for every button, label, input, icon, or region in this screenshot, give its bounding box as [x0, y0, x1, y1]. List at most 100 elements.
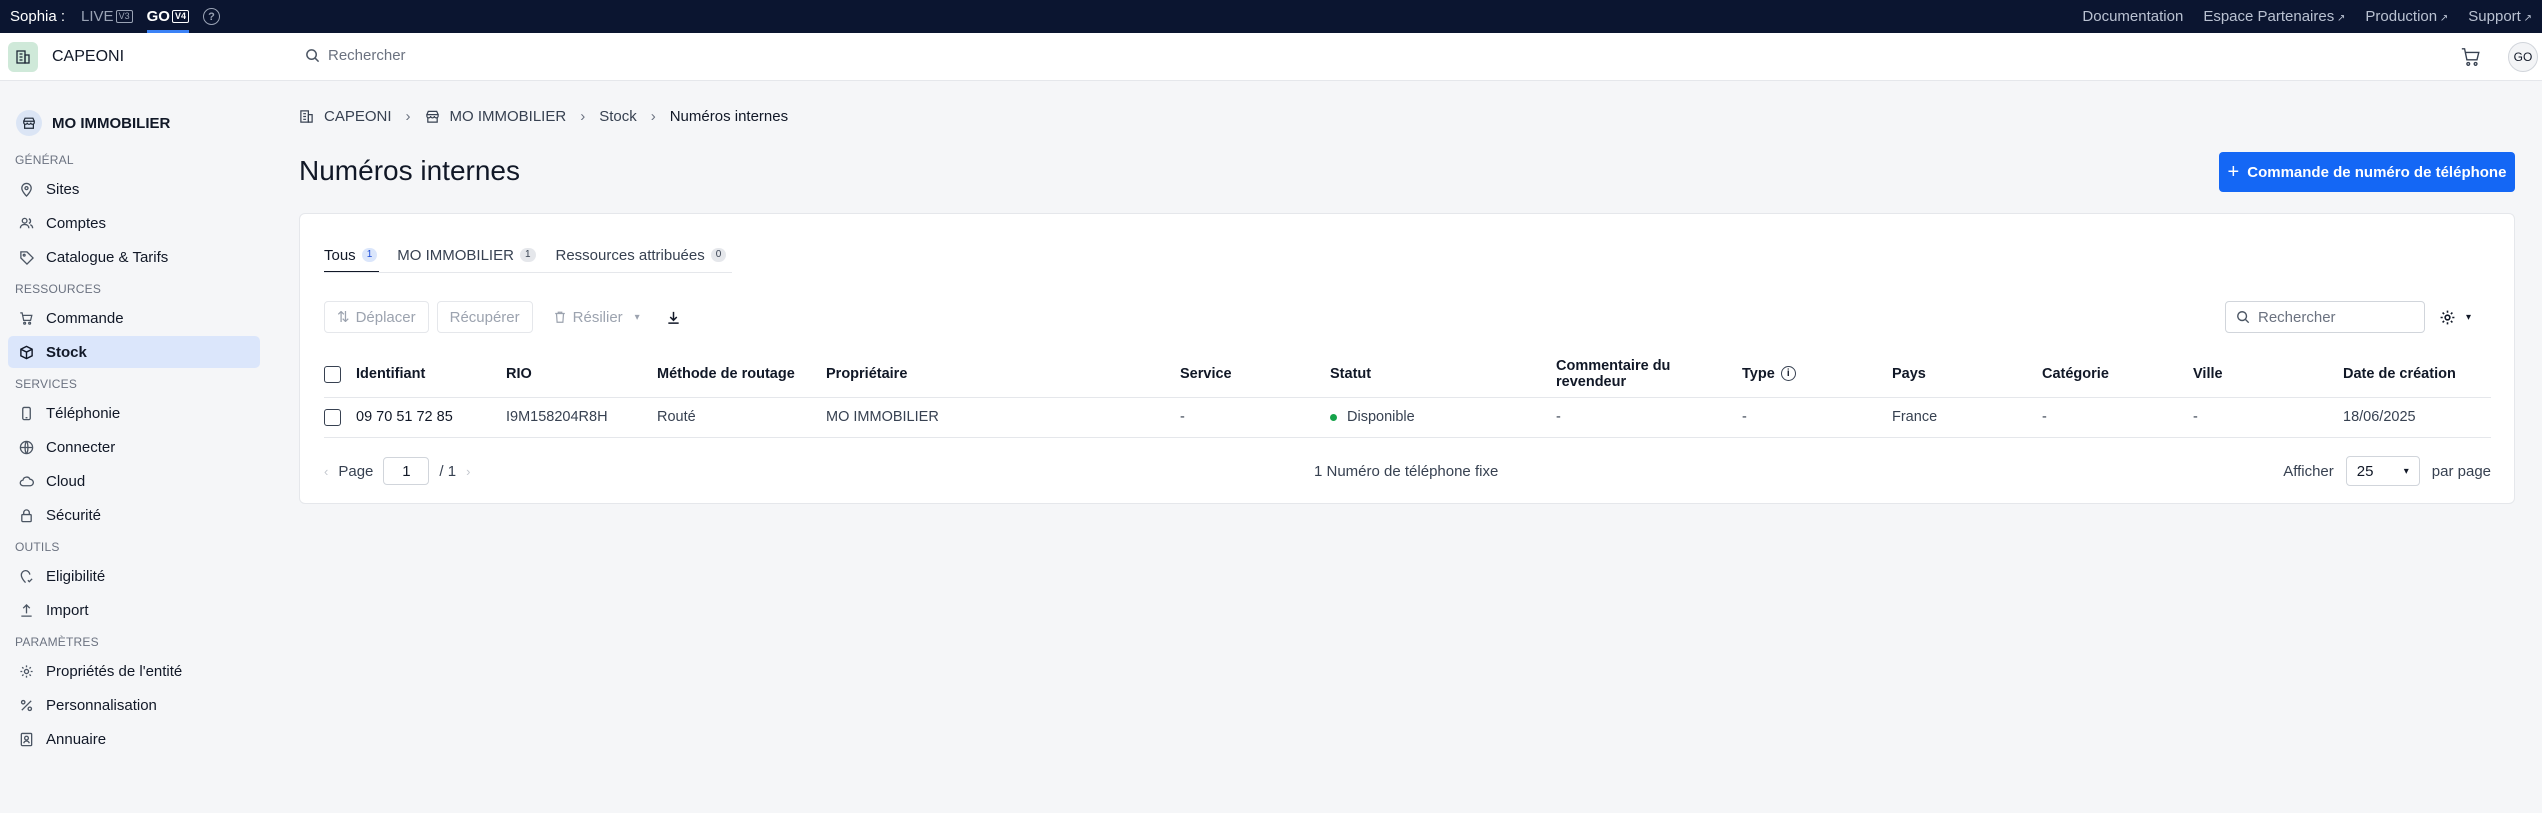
col-ville[interactable]: Ville: [2193, 352, 2343, 398]
sidebar-item-sites[interactable]: Sites: [8, 173, 260, 205]
env-go-switch[interactable]: GO V4: [146, 0, 190, 33]
map-check-icon: [18, 568, 34, 584]
header-actions: GO: [2460, 33, 2542, 81]
sidebar-item-telephonie[interactable]: Téléphonie: [8, 397, 260, 429]
tab-mo-immobilier[interactable]: MO IMMOBILIER 1: [397, 240, 537, 270]
sidebar-item-label: Connecter: [46, 438, 116, 456]
env-live-version: V3: [115, 10, 133, 23]
select-all-checkbox[interactable]: [324, 365, 341, 383]
col-identifiant[interactable]: Identifiant: [356, 352, 506, 398]
col-type[interactable]: Type i: [1742, 352, 1892, 398]
link-production[interactable]: Production: [2365, 8, 2448, 25]
sidebar-item-label: Comptes: [46, 214, 107, 232]
cell-identifiant[interactable]: 09 70 51 72 85: [356, 397, 506, 438]
sidebar-item-personnalisation[interactable]: Personnalisation: [8, 689, 260, 721]
sidebar-item-label: Catalogue & Tarifs: [46, 248, 169, 266]
table-row[interactable]: 09 70 51 72 85 I9M158204R8H Routé MO IMM…: [324, 397, 2491, 438]
table-search-input[interactable]: Rechercher: [2225, 301, 2425, 333]
tab-tous[interactable]: Tous 1: [324, 240, 380, 273]
tab-ressources-attribuees[interactable]: Ressources attribuées 0: [556, 240, 729, 270]
chevron-right-icon: ›: [580, 108, 586, 125]
col-methode-routage[interactable]: Méthode de routage: [657, 352, 826, 398]
plus-icon: +: [2227, 161, 2240, 183]
page-title: Numéros internes: [299, 155, 520, 186]
cart-icon[interactable]: [2460, 46, 2482, 68]
order-phone-number-button[interactable]: + Commande de numéro de téléphone: [2219, 152, 2515, 192]
sidebar-item-eligibilite[interactable]: Eligibilité: [8, 560, 260, 592]
page-number-input[interactable]: 1: [383, 457, 430, 485]
per-page-select[interactable]: 25 ▾: [2345, 456, 2420, 486]
chevron-down-icon: ▾: [2466, 311, 2472, 323]
app-logo[interactable]: [8, 41, 38, 72]
env-live-switch[interactable]: LIVE V3: [81, 0, 133, 33]
sidebar-item-label: Propriétés de l'entité: [46, 662, 183, 680]
sidebar-item-stock[interactable]: Stock: [8, 336, 260, 368]
global-search-placeholder: Rechercher: [328, 47, 406, 64]
table-search-placeholder: Rechercher: [2258, 308, 2336, 326]
info-icon[interactable]: i: [1780, 366, 1796, 382]
col-pays[interactable]: Pays: [1892, 352, 2042, 398]
gear-icon: [18, 663, 34, 679]
section-outils: OUTILS: [15, 540, 60, 554]
breadcrumb-org[interactable]: MO IMMOBILIER: [450, 108, 567, 125]
gear-icon: [2440, 310, 2455, 324]
page-total: / 1: [439, 462, 457, 480]
sidebar-item-comptes[interactable]: Comptes: [8, 207, 260, 239]
breadcrumb-stock[interactable]: Stock: [599, 108, 637, 125]
sidebar-item-annuaire[interactable]: Annuaire: [8, 723, 260, 755]
store-icon: [16, 110, 42, 136]
sidebar: MO IMMOBILIER GÉNÉRAL Sites Comptes Cata…: [0, 81, 268, 813]
cell-proprietaire: MO IMMOBILIER: [826, 397, 1180, 438]
sidebar-item-cloud[interactable]: Cloud: [8, 465, 260, 497]
col-categorie[interactable]: Catégorie: [2042, 352, 2193, 398]
order-phone-number-label: Commande de numéro de téléphone: [2247, 163, 2507, 181]
sidebar-item-label: Annuaire: [46, 730, 107, 748]
chevron-left-icon[interactable]: ‹: [324, 464, 328, 479]
terminate-button[interactable]: Résilier ▾: [540, 301, 652, 333]
breadcrumb-capeoni[interactable]: CAPEONI: [324, 108, 392, 125]
cell-service: -: [1180, 397, 1330, 438]
column-settings-menu[interactable]: ▾: [2439, 301, 2471, 333]
chevron-right-icon[interactable]: ›: [466, 464, 470, 479]
stock-card: Tous 1 MO IMMOBILIER 1 Ressources attrib…: [299, 213, 2515, 504]
col-statut[interactable]: Statut: [1330, 352, 1556, 398]
help-icon[interactable]: ?: [202, 8, 220, 25]
link-support[interactable]: Support: [2468, 8, 2532, 25]
search-icon: [2237, 311, 2250, 324]
row-checkbox[interactable]: [324, 408, 341, 426]
result-count: 1 Numéro de téléphone fixe: [1314, 462, 1499, 480]
move-button[interactable]: ⇅ Déplacer: [324, 301, 429, 333]
sidebar-item-proprietes[interactable]: Propriétés de l'entité: [8, 655, 260, 687]
percent-icon: [18, 697, 34, 713]
cell-rio: I9M158204R8H: [506, 397, 657, 438]
sidebar-item-import[interactable]: Import: [8, 594, 260, 626]
cell-date-creation: 18/06/2025: [2343, 397, 2491, 438]
org-switcher[interactable]: MO IMMOBILIER: [0, 102, 268, 144]
global-search-input[interactable]: Rechercher: [305, 47, 406, 64]
download-button[interactable]: [660, 301, 688, 333]
sidebar-item-securite[interactable]: Sécurité: [8, 499, 260, 531]
tabs: Tous 1 MO IMMOBILIER 1 Ressources attrib…: [324, 240, 729, 273]
tab-count-badge: 1: [361, 248, 378, 262]
col-commentaire[interactable]: Commentaire du revendeur: [1556, 352, 1742, 398]
link-espace-partenaires[interactable]: Espace Partenaires: [2203, 8, 2345, 25]
col-service[interactable]: Service: [1180, 352, 1330, 398]
sidebar-item-catalogue[interactable]: Catalogue & Tarifs: [8, 241, 260, 273]
recover-button[interactable]: Récupérer: [436, 301, 533, 333]
move-label: Déplacer: [355, 308, 416, 326]
chevron-right-icon: ›: [650, 108, 656, 125]
row-select-cell: [324, 397, 356, 438]
map-pin-icon: [18, 181, 34, 197]
table-toolbar: ⇅ Déplacer Récupérer Résilier ▾: [324, 301, 688, 333]
sidebar-item-connecter[interactable]: Connecter: [8, 431, 260, 463]
cell-ville: -: [2193, 397, 2343, 438]
col-rio[interactable]: RIO: [506, 352, 657, 398]
col-proprietaire[interactable]: Propriétaire: [826, 352, 1180, 398]
tab-label: MO IMMOBILIER: [397, 246, 514, 264]
col-date-creation[interactable]: Date de création: [2343, 352, 2491, 398]
search-icon: [306, 49, 320, 63]
sidebar-item-label: Cloud: [46, 472, 86, 490]
link-documentation[interactable]: Documentation: [2082, 8, 2183, 25]
user-avatar[interactable]: GO: [2508, 42, 2538, 72]
sidebar-item-commande[interactable]: Commande: [8, 302, 260, 334]
